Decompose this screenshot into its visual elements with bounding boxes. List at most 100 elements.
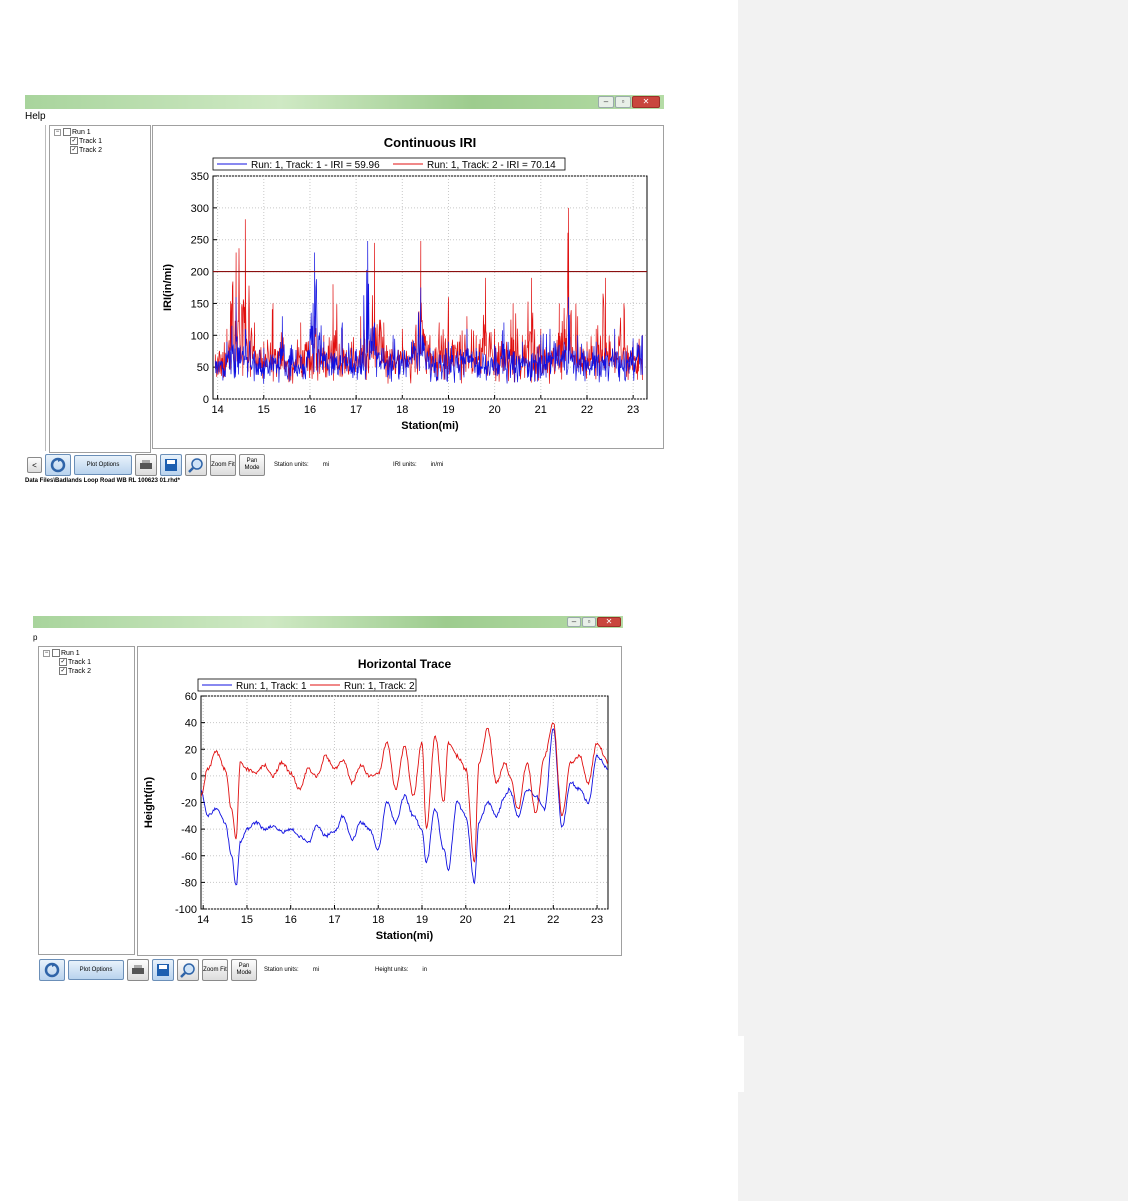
left-panel (25, 125, 46, 451)
x-tick-label: 23 (627, 404, 639, 416)
pan-mode-button[interactable]: Pan Mode (239, 454, 265, 476)
horizontal-trace-chart: Horizontal Trace 14 15 16 17 18 19 20 21 22 23 -100… (143, 657, 609, 942)
close-icon[interactable]: ✕ (597, 617, 621, 627)
y-axis-label: IRI(in/mi) (162, 264, 174, 311)
refresh-icon (44, 962, 60, 978)
x-tick-label: 19 (416, 914, 428, 926)
chart-title: Continuous IRI (384, 135, 476, 150)
x-tick-label: 21 (503, 914, 515, 926)
menu-bar: p (33, 633, 37, 642)
checkbox-icon[interactable] (63, 128, 71, 136)
x-tick-label: 18 (396, 404, 408, 416)
refresh-button[interactable] (39, 959, 65, 981)
zoom-fit-button[interactable]: Zoom Fit (202, 959, 228, 981)
maximize-icon[interactable]: ▫ (615, 96, 631, 108)
checked-icon[interactable]: ✓ (70, 146, 78, 154)
plot-options-button[interactable]: Plot Options (74, 455, 132, 475)
menu-help[interactable]: p (33, 633, 37, 642)
units-display: Station units: mi IRI units: in/mi (274, 462, 443, 468)
x-tick-label: 22 (547, 914, 559, 926)
y-tick-label: -40 (181, 824, 197, 836)
tree-track-2[interactable]: ✓ Track 2 (59, 667, 91, 675)
checked-icon[interactable]: ✓ (70, 137, 78, 145)
station-units-value: mi (312, 967, 320, 973)
y-tick-label: 0 (191, 771, 197, 783)
iri-chart: Continuous IRI 14 15 16 17 18 19 20 21 22 23 0 50 100… (162, 135, 648, 432)
toolbar: Plot Options Zoom Fit Pan Mode Station u… (39, 959, 427, 981)
y-tick-label: 60 (185, 691, 197, 703)
save-icon (165, 459, 177, 471)
y-tick-label: 100 (191, 330, 209, 342)
save-button[interactable] (160, 454, 182, 476)
magnifier-icon (188, 458, 203, 473)
y-tick-label: 250 (191, 235, 209, 247)
menu-help[interactable]: Help (25, 111, 46, 122)
y-tick-label: -80 (181, 877, 197, 889)
x-tick-label: 21 (535, 404, 547, 416)
y-tick-label: 150 (191, 298, 209, 310)
refresh-button[interactable] (45, 454, 71, 476)
collapse-icon[interactable]: − (43, 649, 50, 657)
y-axis-label: Height(in) (143, 777, 155, 829)
magnifier-icon (180, 963, 195, 978)
checkbox-icon[interactable] (52, 649, 60, 657)
x-tick-label: 18 (372, 914, 384, 926)
minimize-icon[interactable]: – (567, 617, 581, 627)
plot-area[interactable]: Horizontal Trace 14 15 16 17 18 19 20 21 22 23 -100… (137, 646, 622, 956)
save-button[interactable] (152, 959, 174, 981)
tree-track-1[interactable]: ✓ Track 1 (70, 137, 102, 145)
plot-area[interactable]: Continuous IRI 14 15 16 17 18 19 20 21 22 23 0 50 100… (152, 125, 664, 449)
y-tick-label: 200 (191, 267, 209, 279)
x-tick-label: 19 (442, 404, 454, 416)
units-display: Station units: mi Height units: in (264, 967, 427, 973)
print-button[interactable] (135, 454, 157, 476)
x-tick-label: 23 (591, 914, 603, 926)
tree-run-node[interactable]: − Run 1 (54, 128, 91, 136)
legend-label-1: Run: 1, Track: 1 (236, 681, 307, 692)
checked-icon[interactable]: ✓ (59, 667, 67, 675)
tree-track-2[interactable]: ✓ Track 2 (70, 146, 102, 154)
tree-run-node[interactable]: − Run 1 (43, 649, 80, 657)
title-bar[interactable]: – ▫ ✕ (25, 95, 664, 109)
plot-options-button[interactable]: Plot Options (68, 960, 124, 980)
y-tick-label: 350 (191, 171, 209, 183)
x-tick-label: 15 (241, 914, 253, 926)
close-icon[interactable]: ✕ (632, 96, 660, 108)
legend-label-1: Run: 1, Track: 1 - IRI = 59.96 (251, 160, 380, 171)
x-axis-label: Station(mi) (376, 930, 434, 942)
station-units-value: mi (322, 462, 330, 468)
height-units-value: in (422, 967, 428, 973)
legend-label-2: Run: 1, Track: 2 - IRI = 70.14 (427, 160, 556, 171)
right-margin-panel (738, 0, 1128, 1201)
height-units-label: Height units: (375, 967, 409, 973)
y-tick-label: 40 (185, 718, 197, 730)
back-button[interactable]: < (27, 457, 42, 473)
x-axis-label: Station(mi) (401, 420, 459, 432)
x-tick-label: 22 (581, 404, 593, 416)
zoom-button[interactable] (185, 454, 207, 476)
zoom-button[interactable] (177, 959, 199, 981)
maximize-icon[interactable]: ▫ (582, 617, 596, 627)
chart-title: Horizontal Trace (358, 657, 452, 671)
collapse-icon[interactable]: − (54, 128, 61, 136)
iri-units-label: IRI units: (393, 462, 417, 468)
legend-label-2: Run: 1, Track: 2 (344, 681, 415, 692)
zoom-fit-button[interactable]: Zoom Fit (210, 454, 236, 476)
title-bar[interactable]: – ▫ ✕ (33, 616, 623, 628)
x-tick-label: 17 (328, 914, 340, 926)
refresh-icon (50, 457, 66, 473)
minimize-icon[interactable]: – (598, 96, 614, 108)
tree-track-1[interactable]: ✓ Track 1 (59, 658, 91, 666)
run-tree: − Run 1 ✓ Track 1 ✓ Track 2 (38, 646, 135, 955)
pan-mode-button[interactable]: Pan Mode (231, 959, 257, 981)
status-bar-path: Data Files\Badlands Loop Road WB RL 1006… (25, 478, 180, 484)
y-tick-label: 20 (185, 744, 197, 756)
print-button[interactable] (127, 959, 149, 981)
y-tick-label: 0 (203, 394, 209, 406)
checked-icon[interactable]: ✓ (59, 658, 67, 666)
window-continuous-iri: – ▫ ✕ Help − Run 1 ✓ Track 1 ✓ Track 2 C… (25, 95, 664, 487)
x-tick-label: 15 (258, 404, 270, 416)
x-tick-label: 20 (460, 914, 472, 926)
x-tick-label: 14 (197, 914, 209, 926)
save-icon (157, 964, 169, 976)
